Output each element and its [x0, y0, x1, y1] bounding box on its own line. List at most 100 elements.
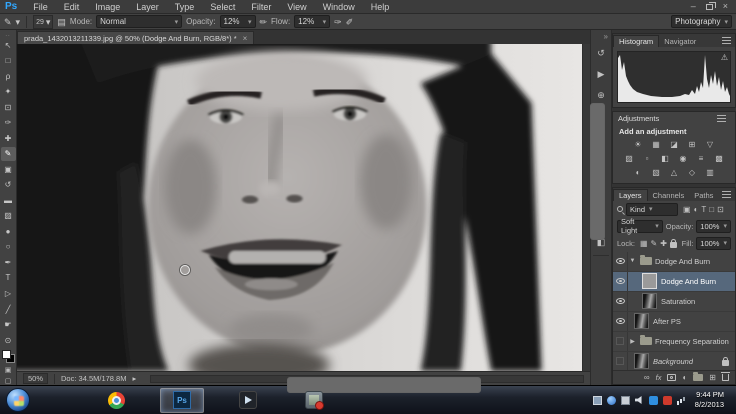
layers-panel-menu-button[interactable]: [722, 190, 735, 198]
filter-adjustment-layers-icon[interactable]: ◐: [694, 205, 699, 214]
brush-tool[interactable]: ✎: [0, 146, 16, 162]
blend-mode-select[interactable]: Normal ▾: [96, 15, 183, 28]
type-tool[interactable]: T: [1, 271, 16, 286]
tab-paths[interactable]: Paths: [689, 190, 718, 201]
menu-item[interactable]: View: [279, 2, 314, 12]
tab-channels[interactable]: Channels: [648, 190, 690, 201]
line-tool[interactable]: ╱: [1, 302, 16, 317]
layer-opacity-field[interactable]: 100% ▾: [696, 219, 731, 233]
new-group-button[interactable]: [693, 372, 704, 382]
brush-tool-dropdown-icon[interactable]: ▾: [16, 17, 21, 27]
visibility-toggle[interactable]: [613, 291, 628, 311]
tray-app-icon[interactable]: [662, 395, 672, 405]
start-button[interactable]: [6, 388, 30, 412]
layer-group-frequency-separation[interactable]: ▶ Frequency Separation: [613, 331, 735, 352]
collapse-caret-icon[interactable]: ▶: [628, 338, 637, 345]
canvas[interactable]: [17, 44, 582, 371]
chrome-taskbar-button[interactable]: [94, 388, 138, 413]
levels-adjustment-icon[interactable]: ▦: [649, 138, 664, 151]
filter-type-layers-icon[interactable]: T: [701, 205, 706, 214]
tray-app-icon[interactable]: [606, 395, 616, 405]
minimize-button[interactable]: –: [691, 2, 696, 11]
photoshop-taskbar-button[interactable]: Ps: [160, 387, 204, 413]
flow-field[interactable]: 12% ▾: [294, 15, 331, 28]
network-icon[interactable]: [676, 396, 686, 405]
horizontal-scrollbar[interactable]: [150, 374, 584, 393]
marquee-tool[interactable]: □: [1, 54, 16, 69]
threshold-adjustment-icon[interactable]: △: [667, 166, 682, 179]
eraser-tool[interactable]: ▬: [1, 193, 16, 208]
status-arrow-icon[interactable]: ▸: [132, 374, 136, 383]
black-white-adjustment-icon[interactable]: ◧: [658, 152, 673, 165]
color-swatches[interactable]: [1, 350, 15, 363]
media-player-taskbar-button[interactable]: [226, 388, 270, 413]
brightness-contrast-adjustment-icon[interactable]: ☀: [631, 138, 646, 151]
color-lookup-adjustment-icon[interactable]: ▩: [712, 152, 727, 165]
pressure-size-icon[interactable]: ✐: [346, 17, 354, 27]
lasso-tool[interactable]: ρ: [1, 69, 16, 84]
hue-saturation-adjustment-icon[interactable]: ▨: [622, 152, 637, 165]
new-layer-button[interactable]: ⊞: [709, 373, 716, 382]
visibility-toggle[interactable]: [613, 251, 628, 271]
visibility-toggle[interactable]: [613, 271, 628, 291]
crop-tool[interactable]: ⊡: [1, 100, 16, 115]
tab-histogram[interactable]: Histogram: [613, 35, 660, 47]
toggle-brush-panel-icon[interactable]: ▤: [57, 17, 66, 27]
quick-selection-tool[interactable]: ✦: [1, 85, 16, 100]
brush-tool-icon[interactable]: ✎: [4, 17, 12, 27]
document-tab[interactable]: prada_1432013211339.jpg @ 50% (Dodge And…: [17, 31, 255, 44]
lock-pixels-icon[interactable]: ✎: [651, 239, 658, 248]
workspace-select[interactable]: Photography ▾: [671, 15, 732, 28]
history-brush-tool[interactable]: ↺: [1, 178, 16, 193]
layer-thumbnail[interactable]: [642, 293, 657, 310]
brush-preset-picker[interactable]: 29 ▾: [33, 14, 54, 29]
menu-item[interactable]: File: [25, 2, 56, 12]
filter-shape-layers-icon[interactable]: □: [709, 205, 714, 214]
visibility-toggle[interactable]: [613, 311, 628, 331]
close-tab-icon[interactable]: ×: [243, 34, 248, 43]
lock-position-icon[interactable]: ✚: [660, 239, 667, 248]
volume-icon[interactable]: [634, 395, 642, 405]
visibility-toggle[interactable]: [613, 331, 628, 351]
menu-item[interactable]: Window: [315, 2, 363, 12]
vibrance-adjustment-icon[interactable]: ▽: [703, 138, 718, 151]
filter-smart-objects-icon[interactable]: ⊡: [717, 205, 724, 214]
delete-layer-button[interactable]: [721, 372, 730, 382]
posterize-adjustment-icon[interactable]: ▧: [649, 166, 664, 179]
tray-window-icon[interactable]: [592, 395, 602, 405]
move-tool[interactable]: ↖: [1, 38, 16, 53]
channel-mixer-adjustment-icon[interactable]: ≡: [694, 152, 709, 165]
curves-adjustment-icon[interactable]: ◪: [667, 138, 682, 151]
opacity-field[interactable]: 12% ▾: [219, 15, 256, 28]
layer-after-ps[interactable]: After PS: [613, 311, 735, 332]
link-layers-button[interactable]: ∞: [644, 373, 650, 382]
actions-panel-icon[interactable]: ▶: [592, 66, 610, 83]
layer-blend-mode-select[interactable]: Soft Light ▾: [617, 217, 663, 235]
color-balance-adjustment-icon[interactable]: ▫: [640, 152, 655, 165]
spot-healing-brush-tool[interactable]: ✚: [1, 131, 16, 146]
menu-item[interactable]: Image: [87, 2, 128, 12]
hand-tool[interactable]: ☛: [1, 317, 16, 332]
lock-all-icon[interactable]: [669, 238, 677, 248]
toolbar-grip[interactable]: ..: [5, 32, 10, 38]
layer-saturation[interactable]: Saturation: [613, 291, 735, 312]
close-button[interactable]: ×: [723, 2, 728, 11]
warning-icon[interactable]: ⚠: [721, 53, 728, 62]
taskbar-clock[interactable]: 9:44 PM 8/2/2013: [691, 390, 730, 410]
history-panel-icon[interactable]: ↺: [592, 45, 610, 62]
invert-adjustment-icon[interactable]: ◐: [631, 166, 646, 179]
menu-item[interactable]: Filter: [243, 2, 279, 12]
gradient-map-adjustment-icon[interactable]: ▥: [703, 166, 718, 179]
layer-dodge-and-burn[interactable]: Dodge And Burn: [613, 271, 735, 292]
layer-group-dodge-and-burn[interactable]: ▼ Dodge And Burn: [613, 251, 735, 272]
tab-navigator[interactable]: Navigator: [659, 36, 701, 47]
new-adjustment-layer-button[interactable]: ◐: [682, 373, 687, 382]
menu-item[interactable]: Layer: [128, 2, 167, 12]
path-selection-tool[interactable]: ▷: [1, 286, 16, 301]
dodge-tool[interactable]: ○: [1, 240, 16, 255]
photo-filter-adjustment-icon[interactable]: ◉: [676, 152, 691, 165]
layer-fill-field[interactable]: 100% ▾: [696, 236, 731, 250]
zoom-level-field[interactable]: 50%: [23, 373, 49, 384]
tray-app-icon[interactable]: [620, 395, 630, 405]
menu-item[interactable]: Type: [167, 2, 203, 12]
